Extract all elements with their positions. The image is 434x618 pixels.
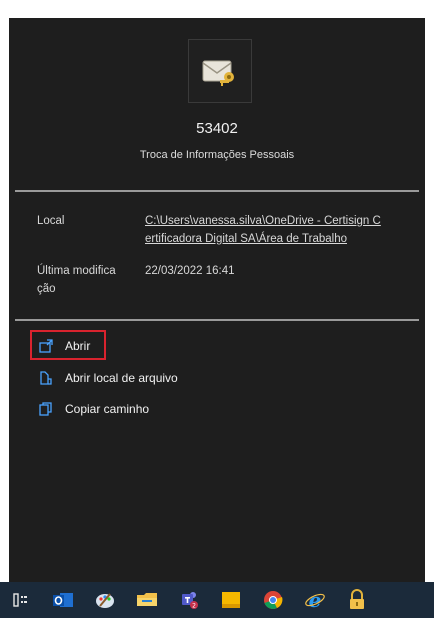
open-file-location-action[interactable]: Abrir local de arquivo: [39, 368, 178, 388]
internet-explorer-icon: e: [305, 589, 325, 611]
file-explorer-icon: [137, 593, 157, 606]
modified-label-line1: Última modifica: [37, 265, 116, 277]
location-link[interactable]: C:\Users\vanessa.silva\OneDrive - Certis…: [145, 212, 381, 248]
teams-button[interactable]: 2: [174, 585, 204, 615]
teams-icon: 2: [182, 592, 198, 610]
chrome-icon: [264, 591, 283, 609]
location-link-line2[interactable]: ertificadora Digital SA\Área de Trabalho: [145, 230, 381, 248]
file-name: 53402: [196, 120, 238, 137]
file-explorer-button[interactable]: [132, 585, 162, 615]
file-details-panel: 53402 Troca de Informações Pessoais Loca…: [9, 18, 425, 582]
file-location-icon: [40, 371, 52, 385]
file-icon-tile: [188, 39, 252, 103]
copy-path-icon: [39, 402, 52, 416]
copy-path-action[interactable]: Copiar caminho: [39, 399, 149, 419]
outlook-icon: [53, 593, 73, 607]
lock-app-button[interactable]: [342, 585, 372, 615]
divider-top: [15, 190, 419, 192]
envelope-key-icon: [202, 60, 234, 86]
sticky-notes-icon: [222, 592, 240, 608]
modified-label: Última modifica ção: [37, 262, 116, 298]
task-view-button[interactable]: [6, 585, 36, 615]
modified-label-line2: ção: [37, 283, 56, 295]
open-file-location-label[interactable]: Abrir local de arquivo: [65, 371, 178, 385]
chrome-button[interactable]: [258, 585, 288, 615]
svg-text:2: 2: [192, 603, 196, 610]
file-type: Troca de Informações Pessoais: [139, 149, 295, 161]
internet-explorer-button[interactable]: e: [300, 585, 330, 615]
location-label: Local: [37, 215, 65, 227]
open-action[interactable]: Abrir: [39, 336, 90, 356]
outlook-button[interactable]: [48, 585, 78, 615]
modified-value: 22/03/2022 16:41: [145, 265, 235, 277]
svg-text:e: e: [309, 589, 322, 611]
copy-path-label[interactable]: Copiar caminho: [65, 402, 149, 416]
open-label[interactable]: Abrir: [65, 339, 90, 353]
taskbar: 2 e: [0, 582, 434, 618]
sticky-notes-button[interactable]: [216, 585, 246, 615]
paint-button[interactable]: [90, 585, 120, 615]
divider-bottom: [15, 319, 419, 321]
task-view-icon: [13, 593, 27, 607]
open-icon: [39, 339, 53, 353]
left-edge: [0, 0, 9, 618]
paint-icon: [96, 593, 114, 608]
location-link-line1[interactable]: C:\Users\vanessa.silva\OneDrive - Certis…: [145, 212, 381, 230]
lock-app-icon: [350, 589, 364, 609]
